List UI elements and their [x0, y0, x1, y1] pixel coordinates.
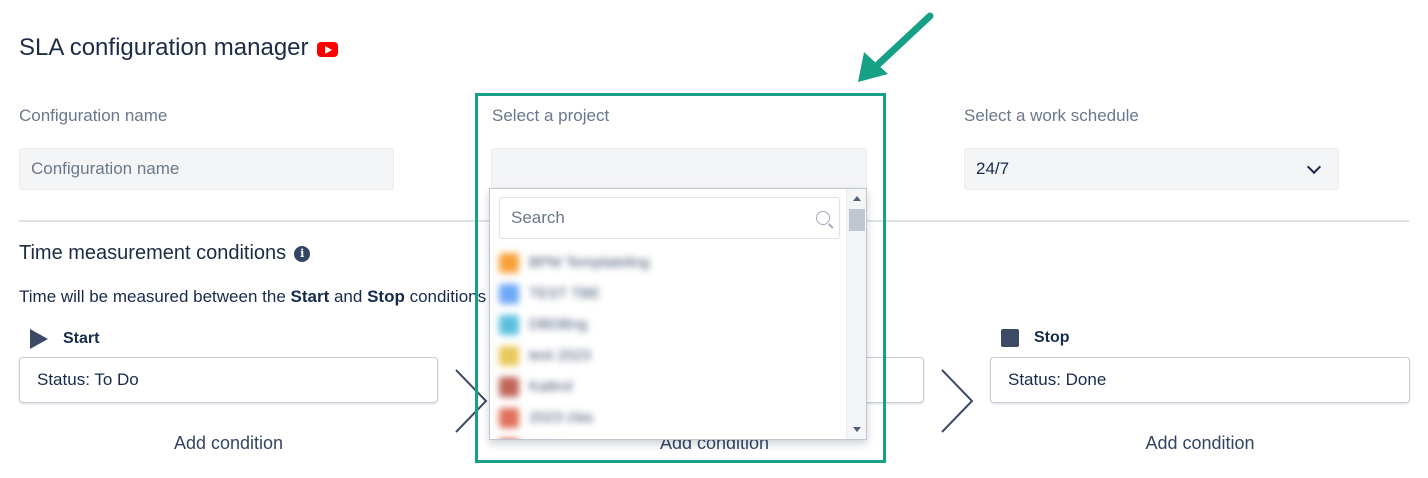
start-add-condition-button[interactable]: Add condition: [19, 433, 438, 454]
desc-stop-word: Stop: [367, 287, 405, 306]
play-icon: [30, 329, 48, 349]
stop-header: Stop: [1001, 329, 1070, 347]
schedule-label: Select a work schedule: [964, 106, 1139, 125]
stop-add-condition-button[interactable]: Add condition: [990, 433, 1410, 454]
youtube-icon[interactable]: [316, 41, 338, 57]
start-header: Start: [30, 329, 99, 349]
highlight-box: [475, 93, 886, 463]
desc-start-word: Start: [290, 287, 330, 306]
page-title: SLA configuration manager: [19, 34, 338, 62]
schedule-value: 24/7: [976, 159, 1010, 178]
desc-and: and: [329, 287, 368, 306]
stop-label: Stop: [1034, 329, 1070, 346]
config-name-input[interactable]: Configuration name: [19, 148, 394, 190]
start-label: Start: [63, 330, 100, 347]
chevron-right-icon: [941, 369, 974, 433]
config-name-label: Configuration name: [19, 106, 168, 125]
desc-suffix: conditions: [404, 287, 487, 306]
schedule-select[interactable]: 24/7: [964, 148, 1339, 190]
desc-prefix: Time will be measured between the: [19, 287, 291, 306]
start-condition-box[interactable]: Status: To Do: [19, 357, 438, 403]
conditions-title-text: Time measurement conditions: [19, 242, 287, 264]
info-icon[interactable]: i: [294, 245, 311, 262]
stop-condition-box[interactable]: Status: Done: [990, 357, 1410, 403]
pointer-arrow-icon: [858, 12, 934, 82]
conditions-description: Time will be measured between the Start …: [19, 287, 486, 307]
page-title-text: SLA configuration manager: [19, 34, 309, 61]
stop-icon: [1001, 329, 1019, 347]
chevron-down-icon: [1306, 159, 1322, 174]
conditions-title: Time measurement conditions i: [19, 242, 311, 265]
